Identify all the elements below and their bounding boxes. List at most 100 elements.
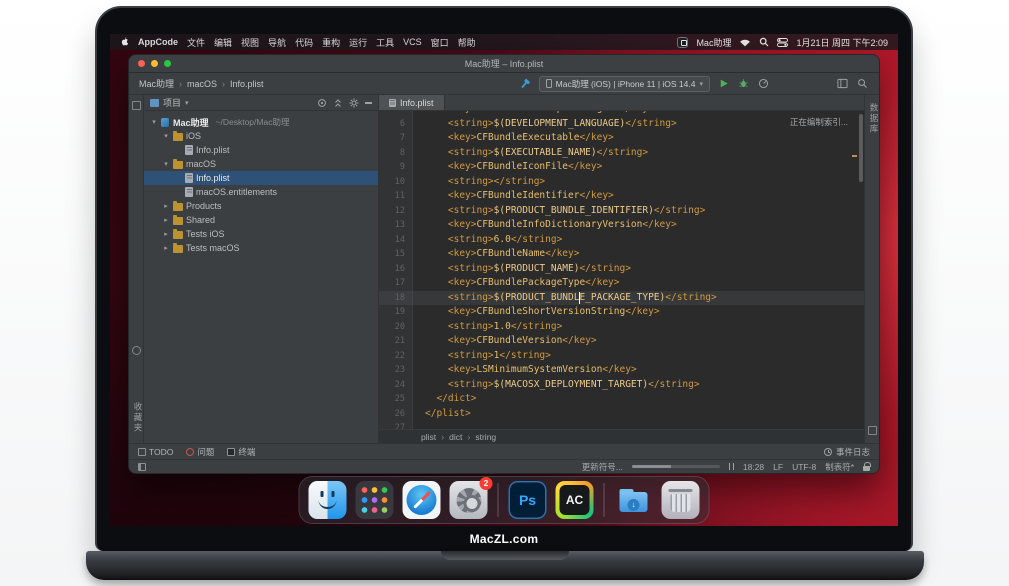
error-stripe-mark[interactable]: [852, 155, 857, 157]
tool-window-button-0[interactable]: TODO: [138, 447, 173, 457]
dock-icon-trash[interactable]: [662, 481, 700, 519]
indent-indicator[interactable]: 制表符*: [825, 461, 854, 473]
tree-item[interactable]: macOS.entitlements: [144, 185, 378, 199]
project-tool-icon[interactable]: [132, 101, 141, 110]
collapse-all-icon[interactable]: [333, 98, 343, 108]
favorites-tool-button[interactable]: 收藏夹: [132, 402, 144, 434]
apple-menu-icon[interactable]: [120, 37, 129, 48]
lock-icon[interactable]: [863, 466, 870, 471]
editor-tab-info-plist[interactable]: Info.plist: [379, 95, 445, 110]
chevron-right-icon[interactable]: ▸: [162, 230, 170, 238]
dock-icon-launchpad[interactable]: [356, 481, 394, 519]
minimize-button[interactable]: [151, 60, 158, 67]
menu-item-5[interactable]: 代码: [295, 36, 313, 49]
assistant-menu-label[interactable]: Mac助理: [696, 36, 731, 49]
tree-item[interactable]: ▾Mac助理~/Desktop/Mac助理: [144, 115, 378, 129]
code-line-27[interactable]: 27: [379, 421, 864, 429]
run-button[interactable]: [717, 77, 730, 90]
menu-item-11[interactable]: 帮助: [458, 36, 476, 49]
chevron-down-icon[interactable]: ▾: [150, 118, 158, 126]
tree-item[interactable]: Info.plist: [144, 171, 378, 185]
code-line-9[interactable]: 9 <key>CFBundleIconFile</key>: [379, 160, 864, 175]
code-editor[interactable]: 5 <key>CFBundleDevelopmentRegion</key>6 …: [379, 111, 864, 429]
menu-item-6[interactable]: 重构: [322, 36, 340, 49]
tool-window-toggle-icon[interactable]: [138, 463, 146, 471]
code-line-12[interactable]: 12 <string>$(PRODUCT_BUNDLE_IDENTIFIER)<…: [379, 204, 864, 219]
profile-button[interactable]: [757, 77, 770, 90]
code-line-15[interactable]: 15 <key>CFBundleName</key>: [379, 247, 864, 262]
menu-item-3[interactable]: 视图: [241, 36, 259, 49]
bookmark-tool-icon[interactable]: [132, 346, 141, 355]
code-line-21[interactable]: 21 <key>CFBundleVersion</key>: [379, 334, 864, 349]
code-line-17[interactable]: 17 <key>CFBundlePackageType</key>: [379, 276, 864, 291]
encoding-indicator[interactable]: UTF-8: [792, 462, 816, 472]
tree-item[interactable]: ▸Shared: [144, 213, 378, 227]
control-center-icon[interactable]: [777, 38, 788, 47]
chevron-down-icon[interactable]: ▾: [162, 132, 170, 140]
line-separator-indicator[interactable]: LF: [773, 462, 783, 472]
chevron-down-icon[interactable]: ▾: [185, 99, 189, 107]
window-titlebar[interactable]: Mac助理 – Info.plist: [129, 55, 879, 73]
code-line-20[interactable]: 20 <string>1.0</string>: [379, 320, 864, 335]
zoom-button[interactable]: [164, 60, 171, 67]
code-line-19[interactable]: 19 <key>CFBundleShortVersionString</key>: [379, 305, 864, 320]
pause-progress-icon[interactable]: [729, 463, 734, 470]
editor-scrollbar[interactable]: [859, 114, 863, 182]
search-everywhere-icon[interactable]: [856, 77, 869, 90]
assistant-app-icon[interactable]: [677, 37, 688, 48]
run-configuration-selector[interactable]: Mac助理 (iOS) | iPhone 11 | iOS 14.4 ▾: [539, 76, 710, 92]
code-line-7[interactable]: 7 <key>CFBundleExecutable</key>: [379, 131, 864, 146]
tree-item[interactable]: Info.plist: [144, 143, 378, 157]
menu-clock[interactable]: 1月21日 周四 下午2:09: [796, 36, 888, 49]
menu-item-0[interactable]: AppCode: [138, 37, 178, 47]
tree-item[interactable]: ▾macOS: [144, 157, 378, 171]
menu-item-8[interactable]: 工具: [376, 36, 394, 49]
build-hammer-icon[interactable]: [519, 77, 532, 90]
breadcrumb-segment[interactable]: string: [475, 432, 496, 442]
chevron-down-icon[interactable]: ▾: [162, 160, 170, 168]
code-line-24[interactable]: 24 <string>$(MACOSX_DEPLOYMENT_TARGET)</…: [379, 378, 864, 393]
event-log-button[interactable]: 事件日志: [836, 446, 870, 458]
breadcrumb-segment[interactable]: dict: [449, 432, 462, 442]
hide-panel-icon[interactable]: [365, 102, 372, 104]
breadcrumb-segment[interactable]: plist: [421, 432, 436, 442]
search-icon[interactable]: [759, 37, 769, 47]
tree-item[interactable]: ▸Products: [144, 199, 378, 213]
menu-item-2[interactable]: 编辑: [214, 36, 232, 49]
chevron-right-icon[interactable]: ▸: [162, 216, 170, 224]
caret-position[interactable]: 18:28: [743, 462, 764, 472]
code-line-11[interactable]: 11 <key>CFBundleIdentifier</key>: [379, 189, 864, 204]
menu-item-1[interactable]: 文件: [187, 36, 205, 49]
dock-icon-safari[interactable]: [403, 481, 441, 519]
code-line-22[interactable]: 22 <string>1</string>: [379, 349, 864, 364]
locate-file-icon[interactable]: [317, 98, 327, 108]
chevron-right-icon[interactable]: ▸: [162, 244, 170, 252]
tool-window-button-1[interactable]: 问题: [186, 446, 214, 458]
dock-icon-downloads[interactable]: ↓: [615, 481, 653, 519]
code-line-23[interactable]: 23 <key>LSMinimumSystemVersion</key>: [379, 363, 864, 378]
tree-item[interactable]: ▸Tests iOS: [144, 227, 378, 241]
project-panel-title[interactable]: 项目: [163, 96, 181, 109]
path-segment[interactable]: Mac助理: [139, 77, 174, 90]
tool-window-button-2[interactable]: 终端: [227, 446, 255, 458]
database-tool-button[interactable]: 数据库: [868, 103, 880, 135]
code-line-14[interactable]: 14 <string>6.0</string>: [379, 233, 864, 248]
tree-item[interactable]: ▸Tests macOS: [144, 241, 378, 255]
path-segment[interactable]: Info.plist: [230, 79, 264, 89]
dock-icon-appcode[interactable]: AC: [556, 481, 594, 519]
tree-item[interactable]: ▾iOS: [144, 129, 378, 143]
dock-icon-photoshop[interactable]: Ps: [509, 481, 547, 519]
dock-icon-system-preferences[interactable]: 2: [450, 481, 488, 519]
code-line-16[interactable]: 16 <string>$(PRODUCT_NAME)</string>: [379, 262, 864, 277]
menu-item-4[interactable]: 导航: [268, 36, 286, 49]
code-line-13[interactable]: 13 <key>CFBundleInfoDictionaryVersion</k…: [379, 218, 864, 233]
settings-gear-icon[interactable]: [349, 98, 359, 108]
dock-icon-finder[interactable]: [309, 481, 347, 519]
debug-button[interactable]: [737, 77, 750, 90]
chevron-right-icon[interactable]: ▸: [162, 202, 170, 210]
menu-item-7[interactable]: 运行: [349, 36, 367, 49]
layout-icon[interactable]: [836, 77, 849, 90]
code-line-26[interactable]: 26</plist>: [379, 407, 864, 422]
code-line-10[interactable]: 10 <string></string>: [379, 175, 864, 190]
code-line-8[interactable]: 8 <string>$(EXECUTABLE_NAME)</string>: [379, 146, 864, 161]
